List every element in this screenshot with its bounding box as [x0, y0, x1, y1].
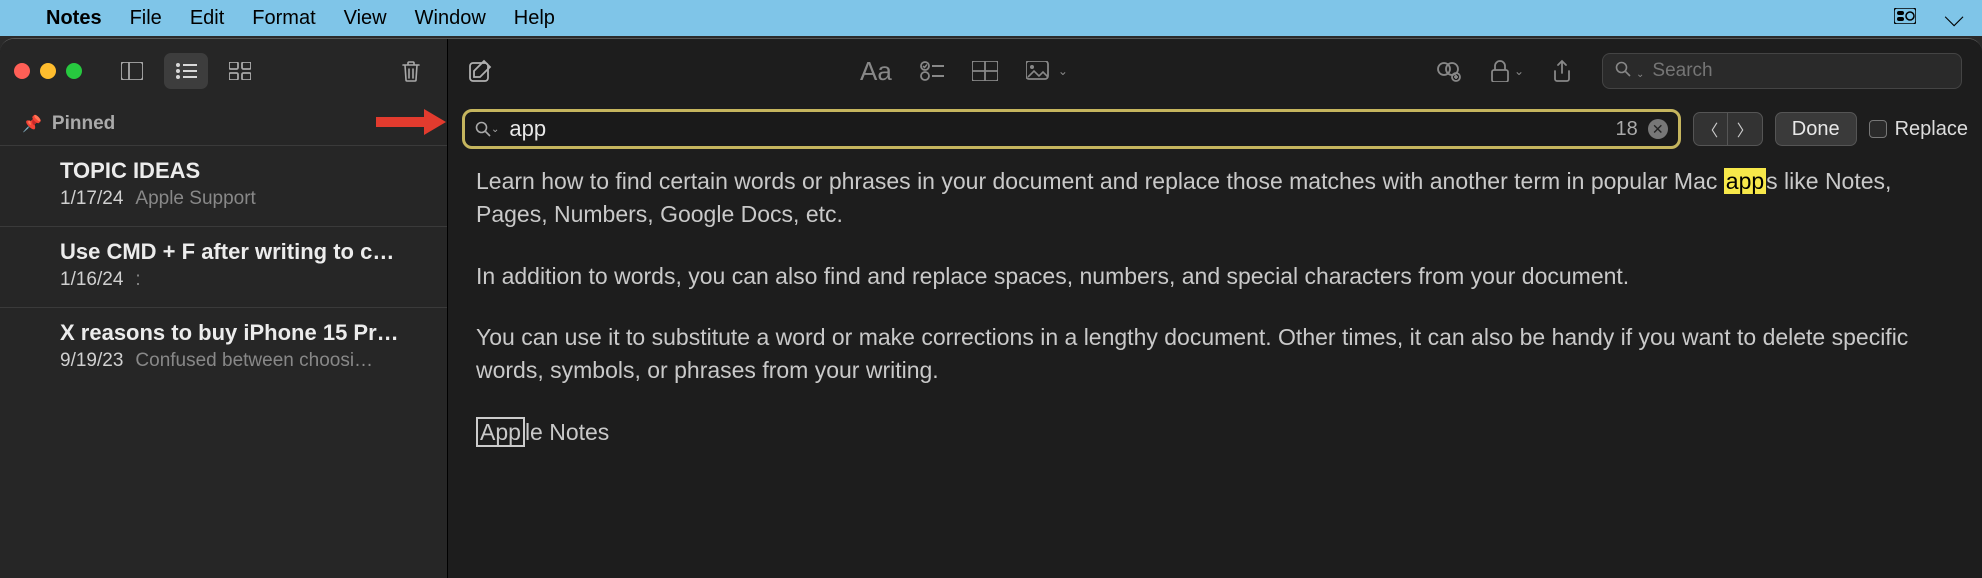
- search-field[interactable]: ⌄: [1602, 53, 1962, 89]
- checklist-button[interactable]: [920, 59, 944, 83]
- pinned-section-header: 📌 Pinned: [0, 103, 447, 145]
- toggle-sidebar-button[interactable]: [110, 53, 154, 89]
- gallery-view-button[interactable]: [218, 53, 262, 89]
- find-search-icon: ⌄: [475, 121, 499, 137]
- search-input[interactable]: [1652, 60, 1949, 82]
- paragraph: Apple Notes: [476, 416, 1954, 449]
- find-highlight-current: app: [1724, 168, 1766, 194]
- format-text-button[interactable]: Aa: [860, 56, 892, 87]
- note-date: 9/19/23: [60, 350, 123, 372]
- find-nav-buttons: 〈 〉: [1693, 112, 1763, 146]
- find-input[interactable]: [509, 116, 1605, 142]
- find-match-count: 18: [1616, 118, 1638, 141]
- note-date: 1/17/24: [60, 188, 123, 210]
- main-pane: Aa ⌄ ⌄: [448, 39, 1982, 578]
- checkbox-icon: [1869, 120, 1887, 138]
- share-button[interactable]: [1552, 59, 1572, 83]
- table-button[interactable]: [972, 61, 998, 81]
- main-toolbar: Aa ⌄ ⌄: [448, 39, 1982, 103]
- find-field[interactable]: ⌄ 18 ✕: [462, 109, 1681, 149]
- find-next-button[interactable]: 〉: [1728, 113, 1762, 145]
- replace-label: Replace: [1895, 118, 1968, 141]
- note-date: 1/16/24: [60, 269, 123, 291]
- paragraph: Learn how to find certain words or phras…: [476, 165, 1954, 232]
- menu-format[interactable]: Format: [252, 7, 315, 30]
- note-body[interactable]: Learn how to find certain words or phras…: [448, 155, 1982, 487]
- menu-edit[interactable]: Edit: [190, 7, 224, 30]
- note-list-item[interactable]: TOPIC IDEAS 1/17/24 Apple Support: [0, 145, 447, 226]
- note-preview: :: [135, 269, 140, 291]
- paragraph: In addition to words, you can also find …: [476, 260, 1954, 293]
- note-title: Use CMD + F after writing to c…: [60, 239, 419, 265]
- menu-help[interactable]: Help: [514, 7, 555, 30]
- note-list-item[interactable]: X reasons to buy iPhone 15 Pr… 9/19/23 C…: [0, 307, 447, 388]
- search-icon: ⌄: [1615, 61, 1644, 82]
- sidebar: 📌 Pinned TOPIC IDEAS 1/17/24 Apple Suppo…: [0, 39, 448, 578]
- note-list-item[interactable]: Use CMD + F after writing to c… 1/16/24 …: [0, 226, 447, 307]
- menu-file[interactable]: File: [130, 7, 162, 30]
- fullscreen-window-button[interactable]: [66, 63, 82, 79]
- close-window-button[interactable]: [14, 63, 30, 79]
- delete-note-button[interactable]: [389, 53, 433, 89]
- window-controls: [14, 63, 82, 79]
- attachment-icon[interactable]: ⌵: [1944, 2, 1964, 34]
- pin-icon: 📌: [22, 114, 42, 134]
- link-button[interactable]: [1436, 59, 1462, 83]
- paragraph: You can use it to substitute a word or m…: [476, 321, 1954, 388]
- menu-view[interactable]: View: [344, 7, 387, 30]
- macos-menubar: Notes File Edit Format View Window Help …: [0, 0, 1982, 36]
- note-title: TOPIC IDEAS: [60, 158, 419, 184]
- minimize-window-button[interactable]: [40, 63, 56, 79]
- list-view-button[interactable]: [164, 53, 208, 89]
- note-preview: Apple Support: [135, 188, 255, 210]
- menu-app-name[interactable]: Notes: [46, 7, 102, 30]
- find-prev-button[interactable]: 〈: [1694, 113, 1728, 145]
- sidebar-toolbar: [0, 39, 447, 103]
- replace-toggle[interactable]: Replace: [1869, 118, 1968, 141]
- media-button[interactable]: ⌄: [1026, 61, 1068, 81]
- lock-button[interactable]: ⌄: [1490, 60, 1524, 82]
- note-preview: Confused between choosi…: [135, 350, 373, 372]
- clear-find-button[interactable]: ✕: [1648, 119, 1668, 139]
- note-title: X reasons to buy iPhone 15 Pr…: [60, 320, 419, 346]
- compose-note-button[interactable]: [468, 59, 492, 83]
- control-center-icon[interactable]: [1894, 7, 1916, 30]
- find-highlight: App: [476, 417, 525, 447]
- menu-window[interactable]: Window: [415, 7, 486, 30]
- notes-window: 📌 Pinned TOPIC IDEAS 1/17/24 Apple Suppo…: [0, 38, 1982, 578]
- pinned-label-text: Pinned: [52, 113, 115, 135]
- find-bar: ⌄ 18 ✕ 〈 〉 Done Replace: [448, 103, 1982, 155]
- find-done-button[interactable]: Done: [1775, 112, 1857, 146]
